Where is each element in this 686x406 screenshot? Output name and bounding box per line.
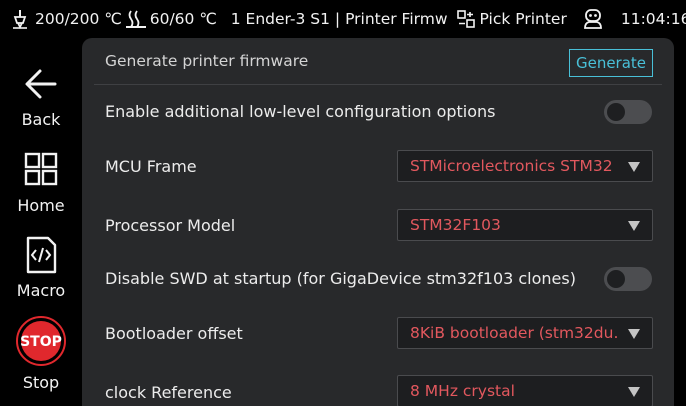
- dropdown-arrow-icon: [628, 221, 640, 231]
- printer-name[interactable]: 1 Ender-3 S1 | Printer Firmw: [231, 10, 448, 28]
- macro-label: Macro: [16, 281, 66, 300]
- header-divider: [94, 84, 662, 85]
- stop-label: Stop: [22, 373, 60, 392]
- clock-reference-select[interactable]: 8 MHz crystal: [397, 375, 653, 406]
- macro-code-icon: [21, 235, 61, 275]
- low-level-toggle[interactable]: [604, 100, 652, 124]
- bootloader-offset-select[interactable]: 8KiB bootloader (stm32du…: [397, 317, 653, 349]
- setting-label: Bootloader offset: [105, 324, 243, 343]
- page-title: Generate printer firmware: [105, 52, 309, 70]
- back-button[interactable]: Back: [0, 64, 82, 129]
- select-value: 8 MHz crystal: [410, 382, 515, 400]
- stop-badge-text: STOP: [20, 334, 62, 350]
- setting-mcu-frame: MCU Frame STMicroelectronics STM32: [82, 150, 674, 184]
- setting-clock: clock Reference 8 MHz crystal: [82, 375, 674, 406]
- mcu-frame-select[interactable]: STMicroelectronics STM32: [397, 150, 653, 182]
- pick-printer-button[interactable]: Pick Printer: [456, 9, 567, 29]
- pick-printer-label: Pick Printer: [479, 10, 567, 28]
- setting-swd: Disable SWD at startup (for GigaDevice s…: [82, 264, 674, 298]
- setting-label: Processor Model: [105, 216, 236, 235]
- firmware-panel: Generate printer firmware Generate Enabl…: [82, 38, 674, 406]
- processor-model-select[interactable]: STM32F103: [397, 209, 653, 241]
- setting-low-level: Enable additional low-level configuratio…: [82, 96, 674, 130]
- select-value: 8KiB bootloader (stm32du…: [410, 324, 618, 342]
- select-value: STMicroelectronics STM32: [410, 157, 613, 175]
- select-value: STM32F103: [410, 216, 501, 234]
- setting-label: MCU Frame: [105, 157, 197, 176]
- printer-robot-icon[interactable]: [581, 7, 605, 31]
- home-button[interactable]: Home: [0, 150, 82, 215]
- status-bar: 200/200 ℃ 60/60 ℃ 1 Ender-3 S1 | Printer…: [0, 0, 686, 38]
- panel-header: Generate printer firmware Generate: [82, 38, 674, 85]
- home-grid-icon: [21, 150, 61, 190]
- generate-button[interactable]: Generate: [569, 49, 653, 77]
- extruder-temp: 200/200 ℃: [35, 10, 122, 28]
- dropdown-arrow-icon: [628, 162, 640, 172]
- dropdown-arrow-icon: [628, 329, 640, 339]
- home-label: Home: [17, 196, 65, 215]
- pick-printer-icon: [456, 9, 476, 29]
- heated-bed-icon: [124, 8, 148, 30]
- setting-bootloader: Bootloader offset 8KiB bootloader (stm32…: [82, 317, 674, 351]
- setting-label: clock Reference: [105, 383, 232, 402]
- dropdown-arrow-icon: [628, 387, 640, 397]
- stop-sign-icon: STOP: [15, 315, 67, 367]
- setting-processor: Processor Model STM32F103: [82, 209, 674, 243]
- stop-button[interactable]: STOP Stop: [0, 315, 82, 392]
- swd-toggle[interactable]: [604, 267, 652, 291]
- extruder-temp-icon: [9, 8, 31, 30]
- setting-label: Disable SWD at startup (for GigaDevice s…: [105, 269, 576, 288]
- macro-button[interactable]: Macro: [0, 235, 82, 300]
- sidebar: Back Home Macro STOP Stop: [0, 38, 82, 406]
- bed-temp: 60/60 ℃: [149, 10, 217, 28]
- back-arrow-icon: [21, 64, 61, 104]
- scrollbar[interactable]: [675, 38, 683, 406]
- back-label: Back: [21, 110, 61, 129]
- clock: 11:04:16: [620, 10, 686, 28]
- setting-label: Enable additional low-level configuratio…: [105, 102, 496, 121]
